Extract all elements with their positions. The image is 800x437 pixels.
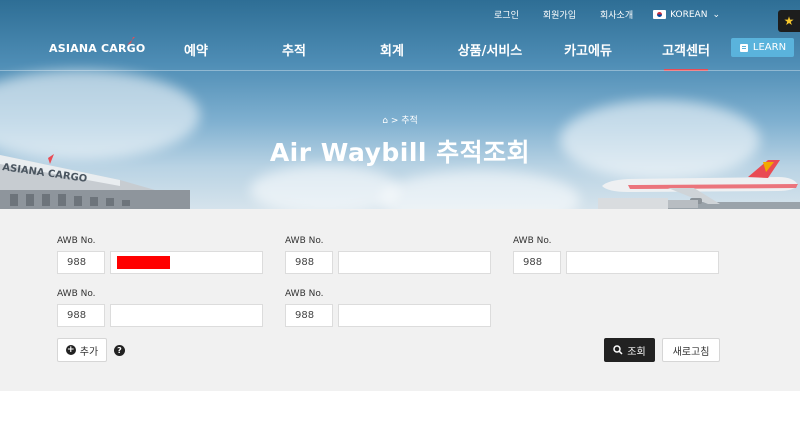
nav-item-customer-center[interactable]: 고객센터 (640, 40, 732, 71)
home-icon[interactable]: ⌂ (382, 116, 388, 126)
cloud (380, 170, 580, 209)
awb-group-5: AWB No. 988 (285, 289, 491, 327)
awb-prefix-input[interactable]: 988 (285, 304, 333, 327)
signup-link[interactable]: 회원가입 (543, 8, 576, 21)
search-button[interactable]: 조회 (604, 338, 655, 362)
language-selector[interactable]: KOREAN ⌄ (653, 10, 720, 20)
awb-group-1: AWB No. 988 (57, 236, 263, 274)
logo-mark-icon (127, 37, 135, 45)
language-label: KOREAN (670, 9, 708, 20)
awb-label: AWB No. (57, 236, 96, 246)
learn-label: LEARN (752, 42, 787, 53)
awb-label: AWB No. (285, 289, 324, 299)
breadcrumb-current: > 추적 (390, 116, 418, 126)
nav-item-tracking[interactable]: 추적 (248, 40, 340, 59)
nav-item-booking[interactable]: 예약 (150, 40, 242, 59)
awb-number-input[interactable] (338, 304, 491, 327)
learn-button[interactable]: LEARN (731, 38, 794, 57)
book-icon (739, 43, 748, 52)
reset-button[interactable]: 새로고침 (662, 338, 720, 362)
search-label: 조회 (627, 346, 646, 358)
awb-label: AWB No. (513, 236, 552, 246)
awb-label: AWB No. (285, 236, 324, 246)
awb-prefix-input[interactable]: 988 (57, 251, 105, 274)
awb-prefix-input[interactable]: 988 (57, 304, 105, 327)
add-row-button[interactable]: + 추가 (57, 338, 107, 362)
company-link[interactable]: 회사소개 (600, 8, 633, 21)
add-label: 추가 (79, 346, 99, 358)
search-icon (613, 345, 623, 355)
nav-item-cargo-edu[interactable]: 카고에듀 (542, 40, 634, 59)
login-link[interactable]: 로그인 (494, 8, 519, 21)
awb-number-input[interactable] (566, 251, 719, 274)
cloud (250, 165, 400, 209)
awb-label: AWB No. (57, 289, 96, 299)
awb-group-3: AWB No. 988 (513, 236, 719, 274)
awb-number-input[interactable] (338, 251, 491, 274)
redaction-mark (117, 256, 170, 269)
hero-banner: ASIANA CARGO 로그인 회원가입 회사소개 KOREAN ⌄ ASIA… (0, 0, 800, 209)
breadcrumb: ⌂ > 추적 (0, 113, 800, 126)
chevron-down-icon: ⌄ (712, 9, 720, 20)
awb-prefix-input[interactable]: 988 (513, 251, 561, 274)
awb-number-input[interactable] (110, 304, 263, 327)
top-utility-bar: 로그인 회원가입 회사소개 KOREAN ⌄ (470, 8, 720, 22)
nav-item-products[interactable]: 상품/서비스 (444, 40, 536, 59)
plus-icon: + (65, 345, 76, 355)
page-title: Air Waybill 추적조회 (269, 138, 531, 167)
korea-flag-icon (653, 10, 667, 19)
favorite-star-icon[interactable]: ★ (778, 10, 800, 32)
main-nav: 예약 추적 회계 상품/서비스 카고에듀 고객센터 (150, 40, 732, 71)
awb-search-form (0, 209, 800, 391)
awb-prefix-input[interactable]: 988 (285, 251, 333, 274)
awb-group-4: AWB No. 988 (57, 289, 263, 327)
reset-label: 새로고침 (672, 346, 710, 358)
nav-divider (0, 70, 800, 71)
awb-number-input[interactable] (110, 251, 263, 274)
nav-item-accounting[interactable]: 회계 (346, 40, 438, 59)
help-icon[interactable]: ? (114, 345, 125, 356)
awb-group-2: AWB No. 988 (285, 236, 491, 274)
